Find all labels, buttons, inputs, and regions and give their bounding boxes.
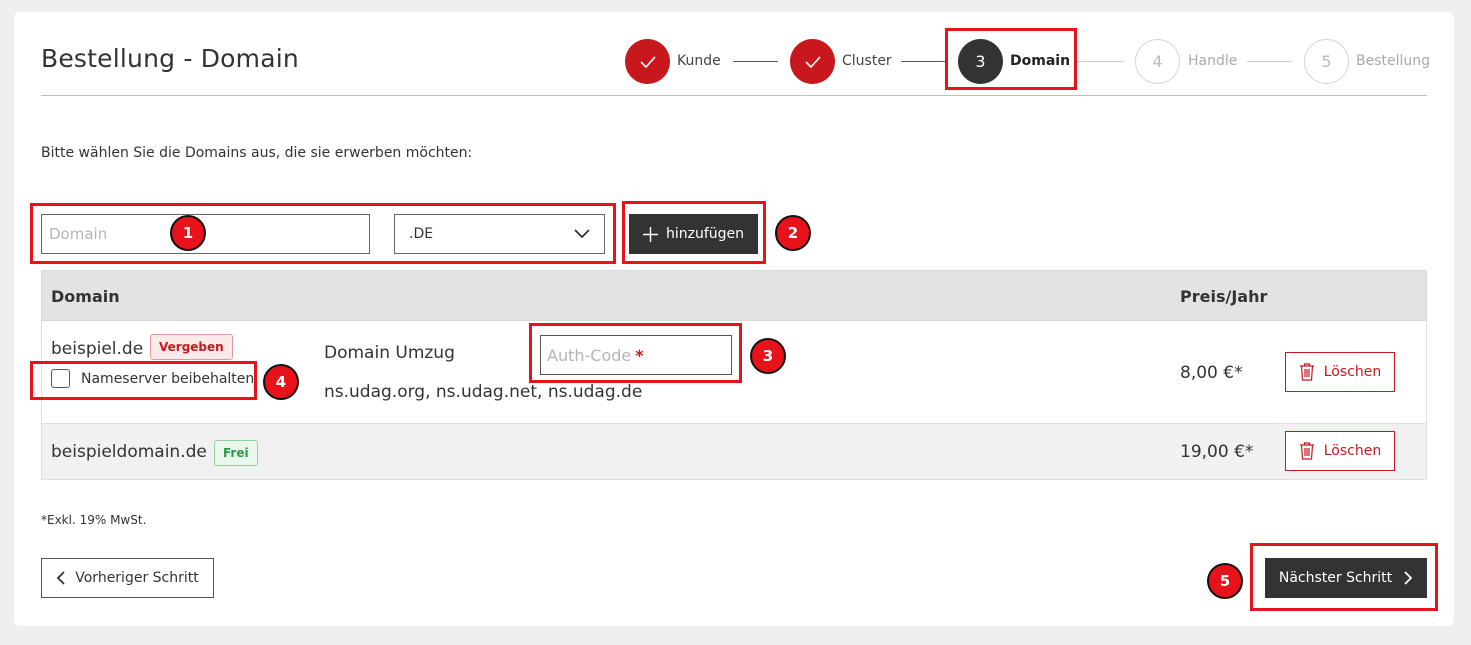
- trash-icon: [1299, 363, 1314, 381]
- status-badge: Frei: [214, 440, 258, 466]
- delete-button[interactable]: Löschen: [1285, 352, 1395, 392]
- price: 19,00 €*: [1180, 442, 1254, 462]
- highlight-next-button: [1250, 543, 1438, 611]
- delete-label: Löschen: [1323, 443, 1382, 459]
- step-1-label: Kunde: [677, 53, 721, 69]
- step-connector: [1076, 61, 1124, 62]
- step-connector: [901, 61, 946, 62]
- domain-name: beispiel.de: [51, 339, 144, 359]
- highlight-nameserver-checkbox: [30, 361, 257, 400]
- step-2-label: Cluster: [842, 53, 892, 69]
- annotation-marker-2: 2: [775, 215, 811, 251]
- col-header-domain: Domain: [51, 287, 120, 306]
- previous-step-label: Vorheriger Schritt: [75, 570, 199, 586]
- trash-icon: [1299, 442, 1314, 460]
- highlight-add-button: [622, 201, 766, 264]
- delete-button[interactable]: Löschen: [1285, 431, 1395, 471]
- previous-step-button[interactable]: Vorheriger Schritt: [41, 558, 214, 598]
- step-2-check-icon: [790, 39, 835, 84]
- domain-name: beispieldomain.de: [51, 442, 207, 462]
- step-connector: [733, 61, 778, 62]
- vat-footnote: *Exkl. 19% MwSt.: [41, 513, 147, 527]
- step-connector: [1247, 61, 1292, 62]
- delete-label: Löschen: [1323, 364, 1382, 380]
- step-4-label: Handle: [1188, 53, 1238, 69]
- status-badge: Vergeben: [150, 334, 233, 360]
- table-row: beispieldomain.de Frei 19,00 €* Löschen: [41, 423, 1427, 480]
- header-divider: [41, 95, 1427, 96]
- intro-text: Bitte wählen Sie die Domains aus, die si…: [41, 145, 473, 161]
- annotation-marker-4: 4: [263, 364, 299, 400]
- price: 8,00 €*: [1180, 363, 1243, 383]
- nameserver-list: ns.udag.org, ns.udag.net, ns.udag.de: [324, 382, 643, 402]
- annotation-marker-5: 5: [1207, 563, 1243, 599]
- col-header-price: Preis/Jahr: [1180, 287, 1268, 306]
- transfer-action: Domain Umzug: [324, 343, 455, 363]
- step-5-label: Bestellung: [1356, 53, 1431, 69]
- chevron-left-icon: [56, 571, 65, 585]
- step-5-number: 5: [1304, 39, 1349, 84]
- step-1-check-icon: [625, 39, 670, 84]
- highlight-stepper-domain: [945, 28, 1077, 90]
- page-title: Bestellung - Domain: [41, 44, 299, 73]
- annotation-marker-1: 1: [170, 215, 206, 251]
- highlight-domain-form: [30, 203, 616, 264]
- table-header: Domain Preis/Jahr: [41, 270, 1427, 321]
- highlight-auth-code: [529, 323, 742, 383]
- step-4-number: 4: [1135, 39, 1180, 84]
- annotation-marker-3: 3: [750, 338, 786, 374]
